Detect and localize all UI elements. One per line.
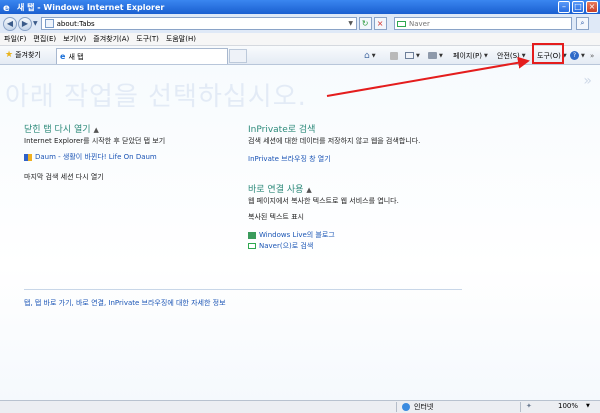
- command-bar: ★ 즐겨찾기 e 새 탭 ⌂ ▼ ▼ ▼ 페이지(P) ▼ 안전(S) ▼ 도구(O)…: [0, 46, 600, 65]
- search-field[interactable]: [394, 17, 572, 30]
- inprivate-link[interactable]: InPrivate 브라우징 창 열기: [248, 154, 331, 164]
- favorites-label: 즐겨찾기: [15, 51, 41, 59]
- help-button[interactable]: ? ▼: [570, 48, 585, 63]
- search-input[interactable]: [409, 19, 559, 28]
- inprivate-description: 검색 세션에 대한 데이터를 저장하지 않고 웹을 검색합니다.: [248, 137, 421, 145]
- ie-logo-icon: e: [3, 2, 13, 14]
- home-button[interactable]: ⌂ ▼: [364, 48, 376, 63]
- refresh-button[interactable]: ↻: [358, 17, 372, 30]
- closed-tabs-description: Internet Explorer를 시작한 후 닫았던 탭 보기: [24, 137, 166, 145]
- naver-icon: [397, 20, 406, 27]
- new-tab-page: 아래 작업을 선택하십시오. » 닫힌 탭 다시 열기 ▲ Internet Ex…: [0, 65, 600, 400]
- accelerator-search-link[interactable]: Naver(으)로 검색: [248, 241, 313, 251]
- safety-menu-button[interactable]: 안전(S) ▼: [497, 48, 526, 63]
- menu-bar: 파일(F) 편집(E) 보기(V) 즐겨찾기(A) 도구(T) 도움말(H): [0, 33, 600, 46]
- closed-tabs-title[interactable]: 닫힌 탭 다시 열기 ▲: [24, 122, 99, 135]
- minimize-button[interactable]: –: [558, 1, 570, 13]
- star-icon: ★: [5, 50, 14, 60]
- address-value[interactable]: about:Tabs: [57, 20, 346, 28]
- closed-tab-item[interactable]: Daum - 생활이 바뀐다! Life On Daum: [24, 152, 157, 162]
- svg-text:e: e: [3, 3, 10, 12]
- zoom-dropdown-icon[interactable]: ▼: [586, 403, 590, 409]
- accelerators-description: 웹 페이지에서 복사한 텍스트로 웹 서비스를 엽니다.: [248, 197, 399, 205]
- tab-label: 새 탭: [68, 52, 84, 61]
- more-info-link[interactable]: 탭, 탭 바로 가기, 바로 연결, InPrivate 브라우징에 대한 자세…: [24, 298, 226, 308]
- ie-tab-icon: e: [60, 52, 66, 61]
- status-separator: [520, 402, 521, 412]
- rss-icon: [390, 51, 398, 60]
- address-toolbar: ◀ ▶ ▼ about:Tabs ▼ ↻ × ⌕: [0, 14, 600, 33]
- accelerators-title-text: 바로 연결 사용: [248, 185, 304, 195]
- naver-icon: [248, 243, 256, 249]
- favorites-button[interactable]: ★ 즐겨찾기: [2, 48, 44, 63]
- title-bar: e 새 탭 - Windows Internet Explorer – □ ×: [0, 0, 600, 14]
- close-button[interactable]: ×: [586, 1, 598, 13]
- show-copied-text-link[interactable]: 복사된 텍스트 표시: [248, 212, 304, 222]
- daum-icon: [24, 153, 32, 161]
- menu-tools[interactable]: 도구(T): [136, 34, 159, 44]
- chevron-more-icon[interactable]: »: [590, 48, 594, 63]
- back-button[interactable]: ◀: [3, 16, 17, 31]
- page-icon: [44, 19, 54, 28]
- hero-heading: 아래 작업을 선택하십시오.: [5, 82, 307, 112]
- print-button[interactable]: ▼: [428, 48, 443, 63]
- search-button[interactable]: ⌕: [576, 17, 589, 30]
- window-title: 새 탭 - Windows Internet Explorer: [17, 2, 165, 12]
- security-zone[interactable]: 인터넷: [414, 402, 433, 412]
- divider: [24, 289, 462, 290]
- caret-up-icon: ▲: [306, 186, 312, 194]
- accelerator-blog-link[interactable]: Windows Live의 블로그: [248, 230, 335, 240]
- chevron-right-icon: »: [583, 73, 592, 89]
- tools-highlight-box: [532, 43, 564, 64]
- history-dropdown-icon[interactable]: ▼: [33, 20, 38, 27]
- closed-tabs-title-text: 닫힌 탭 다시 열기: [24, 125, 91, 135]
- new-tab-button[interactable]: [229, 49, 247, 63]
- mail-icon: [405, 52, 414, 59]
- home-icon: ⌂: [364, 50, 370, 61]
- reopen-session-link[interactable]: 마지막 검색 세션 다시 열기: [24, 172, 104, 182]
- menu-edit[interactable]: 편집(E): [33, 34, 56, 44]
- inprivate-title[interactable]: InPrivate로 검색: [248, 122, 315, 135]
- forward-button[interactable]: ▶: [18, 16, 32, 31]
- tab-new[interactable]: e 새 탭: [56, 48, 228, 64]
- help-icon: ?: [570, 51, 579, 60]
- page-menu-button[interactable]: 페이지(P) ▼: [453, 48, 488, 63]
- printer-icon: [428, 52, 437, 59]
- mail-button[interactable]: ▼: [405, 48, 420, 63]
- feeds-button[interactable]: [390, 48, 398, 63]
- caret-up-icon: ▲: [93, 126, 99, 134]
- address-field[interactable]: about:Tabs ▼: [40, 17, 357, 30]
- stop-button[interactable]: ×: [373, 17, 387, 30]
- menu-file[interactable]: 파일(F): [4, 34, 26, 44]
- maximize-button[interactable]: □: [572, 1, 584, 13]
- page-menu-label: 페이지(P): [453, 51, 483, 60]
- menu-view[interactable]: 보기(V): [63, 34, 86, 44]
- address-dropdown-icon[interactable]: ▼: [346, 20, 356, 27]
- menu-help[interactable]: 도움말(H): [166, 34, 196, 44]
- protected-mode-icon[interactable]: ✦: [526, 402, 532, 410]
- menu-favorites[interactable]: 즐겨찾기(A): [93, 34, 129, 44]
- globe-icon: [402, 403, 410, 411]
- status-separator: [396, 402, 397, 412]
- status-bar: 인터넷 ✦ 100% ▼: [0, 400, 600, 413]
- windows-live-icon: [248, 231, 256, 239]
- safety-menu-label: 안전(S): [497, 51, 520, 60]
- accelerators-title[interactable]: 바로 연결 사용 ▲: [248, 182, 312, 195]
- zoom-level[interactable]: 100%: [558, 402, 578, 410]
